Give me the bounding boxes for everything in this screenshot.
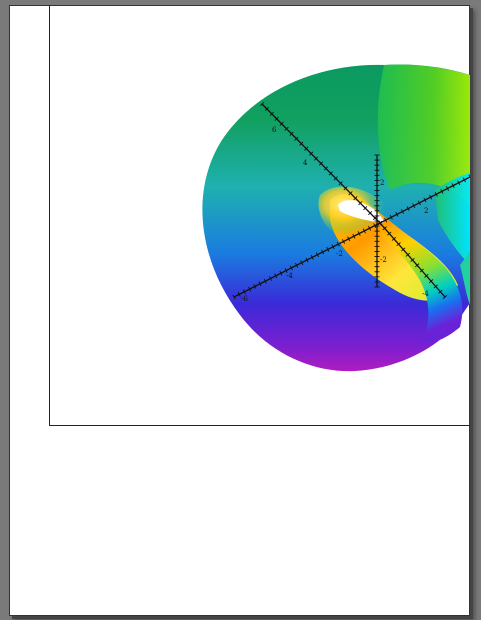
surface-plot[interactable]: 6 4 2 -2 -4 -6 -2 2 -4 xyxy=(50,5,470,425)
tick-label-a-neg2: -2 xyxy=(336,250,343,258)
document-page: 6 4 2 -2 -4 -6 -2 2 -4 xyxy=(9,5,470,616)
tick-label-a-neg6: -6 xyxy=(241,295,248,303)
tick-label-a-4: 4 xyxy=(303,159,308,167)
tick-label-c-2: 2 xyxy=(380,179,384,187)
tick-label-a-6: 6 xyxy=(272,126,277,134)
tick-label-b-2: 2 xyxy=(424,207,428,215)
plot-frame[interactable]: 6 4 2 -2 -4 -6 -2 2 -4 xyxy=(49,5,470,426)
tick-label-a-neg4: -4 xyxy=(286,272,293,280)
tick-label-c-neg2: -2 xyxy=(380,256,387,264)
tick-label-b-neg4: -4 xyxy=(422,290,429,298)
